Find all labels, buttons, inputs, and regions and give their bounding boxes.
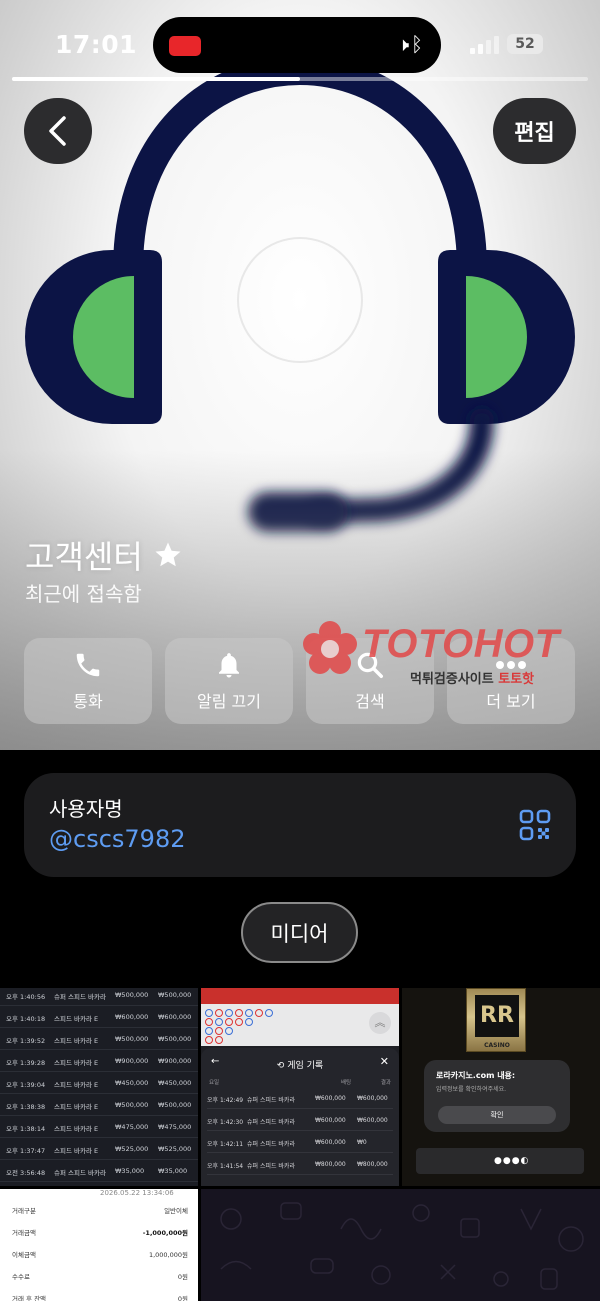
trade-row: 오후 1:39:04 스피드 바카라 E ₩450,000 ₩450,000 [0, 1072, 198, 1094]
action-buttons: 통화 알림 끄기 검색 더 보기 [24, 638, 576, 724]
bead-mark [245, 1018, 253, 1026]
transfer-date: 2026.05.22 13:34:06 [100, 1189, 174, 1197]
mute-icon: 🕨 [397, 32, 411, 56]
bead-mark [205, 1027, 213, 1035]
screen-record-icon [169, 36, 201, 56]
media-grid: 오후 1:40:56 슈퍼 스피드 바카라 ₩500,000 ₩500,000 오후 1… [0, 988, 600, 1301]
island-icons: 🕨ᛒ [397, 32, 425, 56]
bead-mark [225, 1009, 233, 1017]
star-icon [155, 542, 181, 567]
more-icon [496, 661, 526, 669]
call-button[interactable]: 통화 [24, 638, 152, 724]
username-value[interactable]: @cscs7982 [49, 825, 185, 853]
bead-mark [205, 1018, 213, 1026]
bead-mark [205, 1036, 213, 1044]
media-thumbnail-1[interactable]: 오후 1:40:56 슈퍼 스피드 바카라 ₩500,000 ₩500,000 오후 1… [0, 988, 198, 1186]
trade-row: 오후 1:38:14 스피드 바카라 E ₩475,000 ₩475,000 [0, 1116, 198, 1138]
media-tab[interactable]: 미디어 [241, 902, 358, 963]
trade-row: 오전 3:56:48 슈퍼 스피드 바카라 ₩35,000 ₩35,000 [0, 1160, 198, 1182]
bead-mark [215, 1018, 223, 1026]
qr-code-button[interactable] [519, 809, 551, 841]
qr-code-icon [519, 809, 551, 841]
more-label: 더 보기 [486, 692, 536, 711]
alert-dialog: 로라카지노.com 내용: 입력정보를 확인하여주세요. 확인 [424, 1060, 570, 1132]
casino-logo: RR CASINO [466, 988, 526, 1052]
trade-row: 오후 1:40:18 스피드 바카라 E ₩600,000 ₩600,000 [0, 1006, 198, 1028]
trade-row: 오후 1:39:28 스피드 바카라 E ₩900,000 ₩900,000 [0, 1050, 198, 1072]
call-label: 통화 [73, 692, 103, 711]
profile-name-row: 고객센터 [25, 532, 183, 578]
close-icon: ✕ [379, 1055, 389, 1068]
transfer-detail-row: 수수료 0원 [12, 1273, 188, 1281]
bluetooth-icon: ᛒ [411, 32, 425, 56]
game-row: 오후 1:42:11 슈퍼 스피드 바카라 ₩600,000 ₩0 [207, 1132, 393, 1153]
mute-notifications-button[interactable]: 알림 끄기 [165, 638, 293, 724]
status-bar: 17:01 🕨ᛒ 52 [0, 0, 600, 81]
search-button[interactable]: 검색 [306, 638, 434, 724]
media-thumbnail-4[interactable]: 2026.05.22 13:34:06 거래구분 일반이체거래금액 -1,000,0… [0, 1189, 198, 1301]
search-label: 검색 [355, 692, 385, 711]
bead-mark [215, 1009, 223, 1017]
dynamic-island: 🕨ᛒ [153, 17, 441, 73]
signal-icon [470, 36, 500, 54]
game-row: 오후 1:42:49 슈퍼 스피드 바카라 ₩600,000 ₩600,000 [207, 1088, 393, 1109]
game-row: 오후 1:42:30 슈퍼 스피드 바카라 ₩600,000 ₩600,000 [207, 1110, 393, 1131]
more-button[interactable]: 더 보기 [447, 638, 575, 724]
story-progress [12, 77, 588, 81]
bead-road-board: ︽ [201, 988, 399, 1046]
media-thumbnail-5[interactable] [201, 1189, 600, 1301]
trade-row: 오후 1:37:47 스피드 바카라 E ₩525,000 ₩525,000 [0, 1138, 198, 1160]
transfer-detail-row: 거래구분 일반이체 [12, 1207, 188, 1215]
profile-name: 고객센터 [25, 538, 143, 576]
mute-notifications-label: 알림 끄기 [197, 692, 261, 711]
bead-mark [255, 1009, 263, 1017]
status-time: 17:01 [55, 30, 138, 59]
transfer-detail-row: 거래 후 잔액 0원 [12, 1295, 188, 1301]
bead-mark [245, 1009, 253, 1017]
bead-mark [215, 1036, 223, 1044]
profile-header: 17:01 🕨ᛒ 52 편집 고객센터 최근에 접속함 통화 알림 끄기 검색 … [0, 0, 600, 750]
phone-icon [76, 653, 100, 677]
bead-mark [215, 1027, 223, 1035]
media-thumbnail-3[interactable]: RR CASINO 로라카지노.com 내용: 입력정보를 확인하여주세요. 확… [402, 988, 600, 1186]
trade-row: 오후 1:38:38 스피드 바카라 E ₩500,000 ₩500,000 [0, 1094, 198, 1116]
username-label: 사용자명 [49, 797, 123, 821]
media-thumbnail-2[interactable]: ︽ ← ⟲ 게임 기록 ✕ 요일 배팅 결과 오후 1:42:49 슈퍼 스피드 … [201, 988, 399, 1186]
game-history-panel: ← ⟲ 게임 기록 ✕ 요일 배팅 결과 오후 1:42:49 슈퍼 스피드 바카… [201, 1048, 399, 1186]
bead-mark [235, 1009, 243, 1017]
bead-mark [265, 1009, 273, 1017]
chevron-left-icon [49, 116, 66, 146]
game-row: 오후 1:41:54 슈퍼 스피드 바카라 ₩800,000 ₩800,000 [207, 1154, 393, 1175]
transfer-detail-row: 이체금액 1,000,000원 [12, 1251, 188, 1259]
last-seen-status: 최근에 접속함 [25, 582, 142, 606]
trade-row: 오후 1:39:52 스피드 바카라 E ₩500,000 ₩500,000 [0, 1028, 198, 1050]
edit-button[interactable]: 편집 [493, 98, 576, 164]
search-icon [357, 652, 383, 678]
chevron-up-icon: ︽ [369, 1012, 391, 1034]
game-history-title: ⟲ 게임 기록 [276, 1061, 324, 1071]
bead-mark [235, 1018, 243, 1026]
story-progress-fill [12, 77, 300, 81]
doodle-pattern [220, 1202, 584, 1290]
bead-mark [225, 1018, 233, 1026]
password-field: ●●●◐ [416, 1148, 584, 1174]
username-card[interactable]: 사용자명 @cscs7982 [24, 773, 576, 877]
battery-indicator: 52 [507, 34, 543, 54]
bell-icon [219, 653, 239, 678]
trade-row: 오후 1:40:56 슈퍼 스피드 바카라 ₩500,000 ₩500,000 [0, 988, 198, 1006]
bead-mark [225, 1027, 233, 1035]
game-history-header: 요일 배팅 결과 [209, 1080, 391, 1086]
transfer-detail-row: 거래금액 -1,000,000원 [12, 1229, 188, 1237]
back-button[interactable] [24, 98, 92, 164]
bead-mark [205, 1009, 213, 1017]
